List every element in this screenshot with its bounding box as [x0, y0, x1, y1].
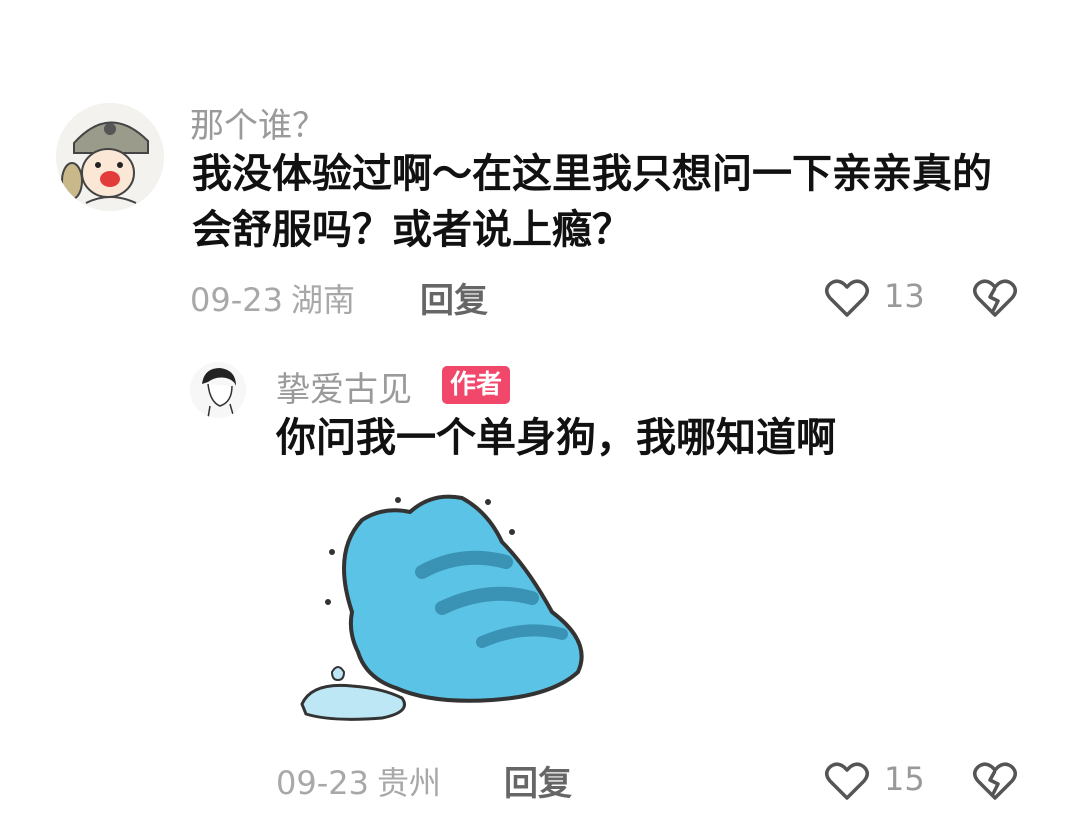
reply-date: 09-23	[276, 764, 369, 802]
like-count: 15	[884, 760, 925, 798]
like-count: 13	[884, 277, 925, 315]
reply-text: 你问我一个单身狗，我哪知道啊	[276, 415, 836, 461]
avatar[interactable]	[190, 362, 246, 418]
comment-text: 我没体验过啊～在这里我只想问一下亲亲真的会舒服吗？或者说上瘾？	[192, 151, 992, 253]
broken-heart-icon	[973, 279, 1017, 317]
like-button[interactable]	[824, 760, 870, 802]
reply-meta: 09-23 贵州	[276, 758, 441, 804]
sketch-boy-avatar-icon	[190, 362, 246, 418]
comment-date: 09-23	[190, 281, 283, 319]
like-button[interactable]	[824, 277, 870, 319]
broken-heart-icon	[973, 762, 1017, 800]
heart-icon	[825, 762, 869, 800]
author-badge: 作者	[442, 366, 511, 404]
helmet-kid-avatar-icon	[56, 103, 164, 211]
reply-username[interactable]: 挚爱古见	[276, 362, 412, 411]
reply-button[interactable]: 回复	[504, 756, 572, 805]
blue-cat-sticker-icon	[300, 494, 584, 721]
sticker-image[interactable]	[292, 482, 602, 732]
dislike-button[interactable]	[972, 760, 1018, 802]
avatar[interactable]	[56, 103, 164, 211]
comment-username[interactable]: 那个谁？	[190, 98, 326, 147]
comment-meta: 09-23 湖南	[190, 275, 355, 321]
heart-icon	[825, 279, 869, 317]
reply-button[interactable]: 回复	[420, 273, 488, 322]
comment-location: 湖南	[290, 281, 355, 319]
reply-location: 贵州	[376, 764, 441, 802]
dislike-button[interactable]	[972, 277, 1018, 319]
